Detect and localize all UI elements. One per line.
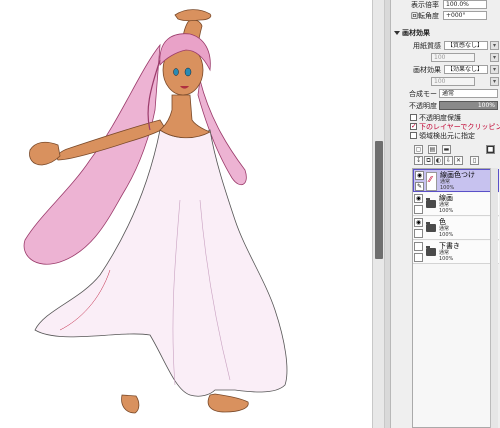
effect-strength-spin[interactable]: ▾: [490, 77, 499, 86]
effect-select[interactable]: 【効果なし】: [444, 65, 488, 74]
drawing-canvas[interactable]: [0, 0, 372, 428]
layer-opacity: 100%: [439, 232, 454, 238]
clipping-label: 下のレイヤーでクリッピング: [419, 123, 500, 131]
merge-down-icon[interactable]: ↧: [414, 156, 423, 165]
eye-icon[interactable]: ◉: [414, 218, 423, 227]
effect-strength-field[interactable]: 100: [431, 77, 475, 86]
layer-list-scrollbar[interactable]: [490, 168, 498, 428]
zoom-field[interactable]: 100.0%: [443, 0, 487, 9]
layer-options-icon[interactable]: ■: [486, 145, 495, 154]
lock-icon[interactable]: [414, 253, 423, 262]
texture-label: 用紙質感: [413, 42, 441, 50]
layer-item[interactable]: 下書き 通常 100%: [413, 241, 499, 264]
illustration: [23, 9, 288, 414]
clear-layer-icon[interactable]: ▯: [470, 156, 479, 165]
opacity-slider[interactable]: 100%: [439, 101, 498, 110]
folder-icon: [426, 222, 436, 232]
layer-opacity: 100%: [440, 185, 455, 191]
layer-item[interactable]: ◉ 線画 通常 100%: [413, 193, 499, 216]
zoom-label: 表示倍率: [411, 1, 439, 9]
layer-thumbnail: ⁄⁄: [426, 172, 437, 191]
paper-effect-section-label: 画材効果: [402, 29, 430, 37]
layer-list: ◉ ✎ ⁄⁄ 線画色つけ 通常 100% ◉ 線画 通常 100% ◉ 色 通常…: [412, 168, 499, 428]
folder-icon: [426, 246, 436, 256]
layer-opacity: 100%: [439, 208, 454, 214]
layer-name: 色: [439, 218, 446, 226]
lock-icon[interactable]: [414, 229, 423, 238]
app-window: 表示倍率 100.0% 回転角度 +000° 画材効果 用紙質感 【質感なし】 …: [0, 0, 500, 428]
effect-label: 画材効果: [413, 66, 441, 74]
layer-opacity: 100%: [439, 256, 454, 262]
eye-icon[interactable]: ◉: [415, 171, 424, 180]
collapse-triangle-icon: [394, 31, 400, 35]
lock-icon[interactable]: [414, 205, 423, 214]
preserve-opacity-checkbox[interactable]: [410, 114, 417, 121]
scrollbar-thumb[interactable]: [375, 141, 383, 259]
canvas-vertical-scrollbar[interactable]: [372, 0, 385, 428]
new-folder-icon[interactable]: ▬: [442, 145, 451, 154]
rotate-label: 回転角度: [411, 12, 439, 20]
selection-source-label: 領域検出元に指定: [419, 132, 475, 140]
eye-icon[interactable]: ◉: [414, 194, 423, 203]
preserve-opacity-label: 不透明度保護: [419, 114, 461, 122]
opacity-label: 不透明度: [409, 102, 437, 110]
transfer-icon[interactable]: ⇩: [444, 156, 453, 165]
layer-name: 線画: [439, 194, 453, 202]
lock-icon[interactable]: ✎: [415, 182, 424, 191]
layer-name: 下書き: [439, 242, 460, 250]
texture-strength-spin[interactable]: ▾: [490, 53, 499, 62]
selection-source-checkbox[interactable]: [410, 132, 417, 139]
rotate-field[interactable]: +000°: [443, 11, 487, 20]
eye-icon[interactable]: [414, 242, 423, 251]
texture-strength-field[interactable]: 100: [431, 53, 475, 62]
clipping-checkbox[interactable]: ✓: [410, 122, 417, 130]
blend-mode-select[interactable]: 通常: [439, 89, 498, 98]
texture-settings-button[interactable]: ▾: [490, 41, 499, 50]
paper-effect-section[interactable]: 画材効果: [394, 28, 430, 38]
layer-toolbar: ▢ ▤ ▬ ■ ↧ ⧉ ◐ ⇩ ✕ ▯: [412, 145, 500, 167]
effect-settings-button[interactable]: ▾: [490, 65, 499, 74]
texture-select[interactable]: 【質感なし】: [444, 41, 488, 50]
copy-layer-icon[interactable]: ⧉: [424, 156, 433, 165]
layer-name: 線画色つけ: [440, 171, 475, 179]
mask-icon[interactable]: ◐: [434, 156, 443, 165]
new-layer-icon[interactable]: ▢: [414, 145, 423, 154]
folder-icon: [426, 198, 436, 208]
layer-item[interactable]: ◉ ✎ ⁄⁄ 線画色つけ 通常 100%: [413, 169, 499, 192]
delete-layer-icon[interactable]: ✕: [454, 156, 463, 165]
layer-item[interactable]: ◉ 色 通常 100%: [413, 217, 499, 240]
new-vector-layer-icon[interactable]: ▤: [428, 145, 437, 154]
